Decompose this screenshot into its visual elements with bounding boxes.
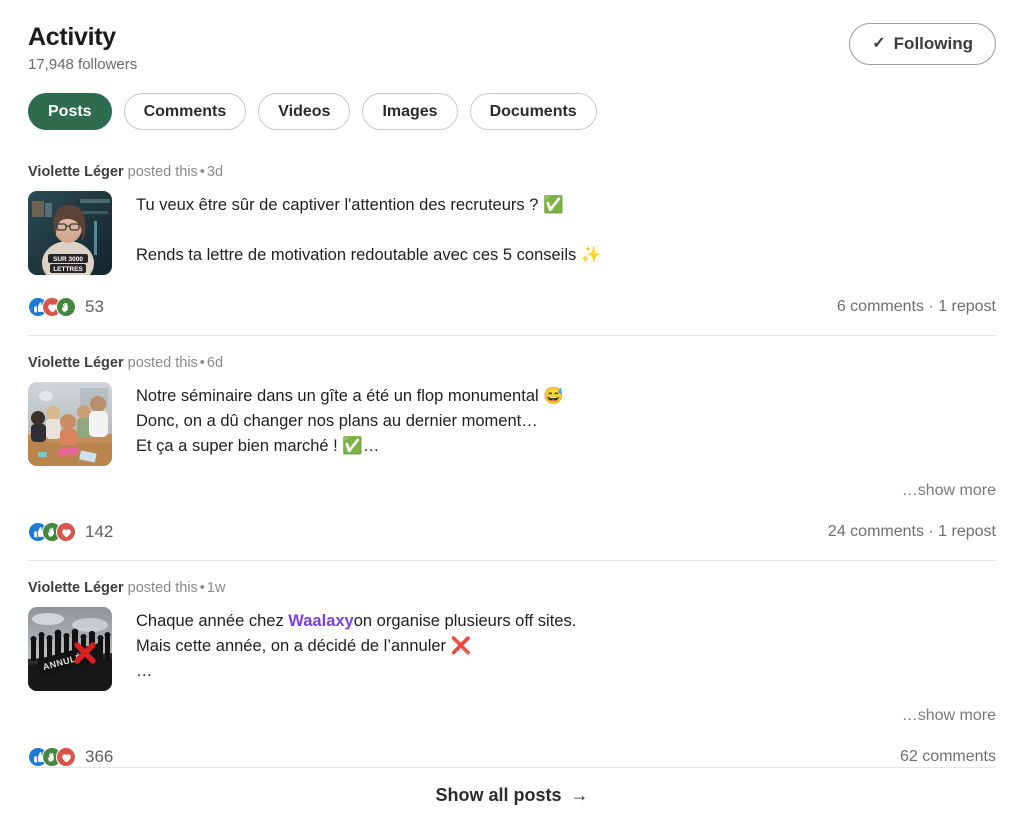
post-text-line: … [136,662,153,680]
arrow-right-icon: → [570,785,589,805]
post-text: Tu veux être sûr de captiver l'attention… [136,191,996,268]
post-thumbnail[interactable]: ANNULÉ [28,607,112,691]
post-action: posted this [127,164,198,180]
post-text-line: Mais cette année, on a décidé de l’annul… [136,637,472,655]
post-text-prefix: Chaque année chez [136,612,289,630]
post-item[interactable]: Violette Léger posted this • 1w ANNULÉ C… [28,560,996,785]
tab-documents[interactable]: Documents [469,93,597,130]
reaction-count: 142 [85,522,114,541]
tab-comments-label: Comments [143,102,227,120]
post-meta: Violette Léger posted this • 1w [28,579,996,597]
show-more-link[interactable]: …show more [902,707,996,725]
post-text-blank-line [136,218,996,243]
post-text-line: Rends ta lettre de motivation redoutable… [136,246,602,264]
post-timestamp: 1w [206,580,226,596]
post-showmore-row: …show more [28,691,996,725]
reaction-icons [28,297,76,317]
tab-comments[interactable]: Comments [123,93,247,130]
svg-text:SUR 3000: SUR 3000 [53,256,83,263]
post-author: Violette Léger [28,355,124,371]
post-text-suffix: on organise plusieurs off sites. [353,612,577,630]
post-text-line: Tu veux être sûr de captiver l'attention… [136,196,564,214]
post-meta-separator: • [199,355,205,371]
post-action: posted this [127,355,198,371]
show-more-link[interactable]: …show more [902,482,996,500]
post-text: Chaque année chez Waalaxyon organise plu… [136,607,996,684]
post-item[interactable]: Violette Léger posted this • 6d Notre sé… [28,335,996,560]
content-filter-tabs: Posts Comments Videos Images Documents [28,93,597,130]
following-button[interactable]: ✓ Following [849,23,996,65]
post-engagement[interactable]: 62 comments [900,748,996,766]
reaction-count: 366 [85,747,114,766]
tab-videos[interactable]: Videos [258,93,351,130]
post-meta: Violette Léger posted this • 6d [28,354,996,372]
post-author: Violette Léger [28,164,124,180]
tab-images[interactable]: Images [362,93,458,130]
check-icon: ✓ [872,35,886,52]
reactions[interactable]: 53 [28,297,104,317]
svg-text:LETTRES: LETTRES [53,266,83,273]
tab-posts-label: Posts [48,102,92,120]
tab-images-label: Images [382,102,438,120]
show-all-posts-button[interactable]: Show all posts → [435,785,588,806]
show-all-posts-label: Show all posts [435,785,562,805]
post-showmore-row: …show more [28,466,996,500]
post-author: Violette Léger [28,580,124,596]
reaction-count: 53 [85,297,104,316]
reaction-heart-icon [56,522,76,542]
reactions[interactable]: 142 [28,522,113,542]
post-text-line: Notre séminaire dans un gîte a été un fl… [136,387,564,405]
post-item[interactable]: Violette Léger posted this • 3d SUR 3000… [28,155,996,335]
post-text: Notre séminaire dans un gîte a été un fl… [136,382,996,459]
activity-feed: Violette Léger posted this • 3d SUR 3000… [28,155,996,785]
tab-videos-label: Videos [278,102,331,120]
post-footer: 53 6 comments · 1 repost [28,297,996,335]
reaction-icons [28,747,76,767]
post-text-line: Donc, on a dû changer nos plans au derni… [136,412,538,430]
activity-header: Activity 17,948 followers ✓ Following [28,22,996,82]
post-text-line-with-mention: Chaque année chez Waalaxyon organise plu… [136,609,996,634]
follower-count: 17,948 followers [28,56,138,73]
post-timestamp: 3d [206,164,224,180]
following-button-label: Following [893,34,973,53]
reaction-clap-icon [56,297,76,317]
post-meta-separator: • [199,580,205,596]
reaction-heart-icon [56,747,76,767]
mention-link[interactable]: Waalaxy [288,612,353,630]
post-thumbnail[interactable] [28,382,112,466]
feed-footer: Show all posts → [28,767,996,823]
post-action: posted this [127,580,198,596]
post-meta-separator: • [199,164,205,180]
post-text-line: Et ça a super bien marché ! ✅… [136,437,380,455]
post-timestamp: 6d [206,355,224,371]
activity-panel: Activity 17,948 followers ✓ Following Po… [0,0,1024,823]
post-meta: Violette Léger posted this • 3d [28,163,996,181]
tab-posts[interactable]: Posts [28,93,112,130]
post-engagement[interactable]: 6 comments · 1 repost [837,298,996,316]
post-thumbnail[interactable]: SUR 3000 LETTRES [28,191,112,275]
reaction-icons [28,522,76,542]
post-footer: 142 24 comments · 1 repost [28,522,996,560]
tab-documents-label: Documents [489,102,577,120]
post-engagement[interactable]: 24 comments · 1 repost [828,523,996,541]
reactions[interactable]: 366 [28,747,113,767]
